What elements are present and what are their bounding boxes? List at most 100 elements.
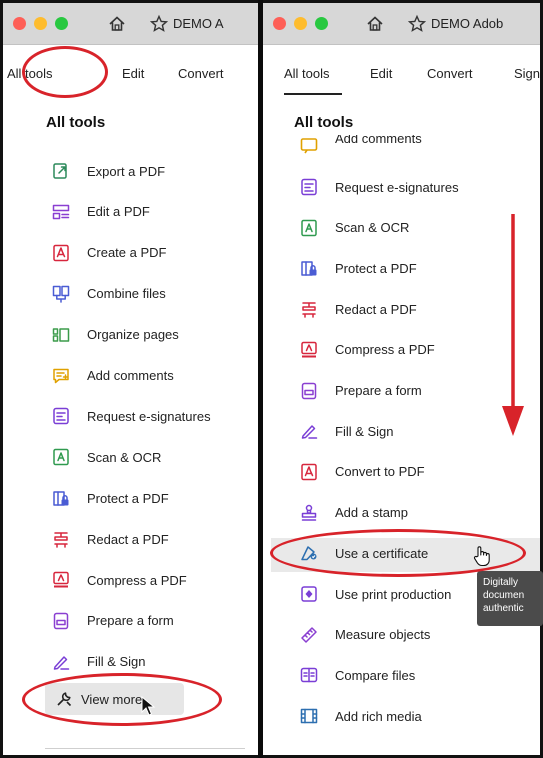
menu-edit[interactable]: Edit xyxy=(370,66,392,81)
compress-pdf-icon xyxy=(53,571,69,588)
tool-item-fill-sign[interactable]: Fill & Sign xyxy=(300,416,394,446)
compare-files-icon xyxy=(300,668,318,683)
tool-label: Organize pages xyxy=(87,327,179,343)
star-icon[interactable] xyxy=(149,14,169,34)
compress-pdf-icon xyxy=(301,341,317,358)
close-window-button[interactable] xyxy=(13,17,26,30)
tool-item-prepare-a-form[interactable]: Prepare a form xyxy=(52,606,174,636)
title-bar: DEMO Adob xyxy=(263,3,540,45)
close-window-button[interactable] xyxy=(273,17,286,30)
scan-ocr-icon xyxy=(301,219,317,236)
tool-item-add-a-stamp[interactable]: Add a stamp xyxy=(300,498,408,528)
view-more-button[interactable]: View more xyxy=(45,683,184,715)
tool-item-protect-a-pdf[interactable]: Protect a PDF xyxy=(300,253,417,283)
tool-label: Edit a PDF xyxy=(87,204,150,220)
tool-label: Request e-signatures xyxy=(87,408,211,424)
menu-edit[interactable]: Edit xyxy=(122,66,144,81)
menu-sign[interactable]: Sign xyxy=(514,66,540,81)
tool-label: Add a stamp xyxy=(335,505,408,521)
request-esign-icon xyxy=(301,178,317,196)
menu-all-tools[interactable]: All tools xyxy=(7,66,53,81)
tool-label: Compress a PDF xyxy=(87,572,187,588)
tool-label: Redact a PDF xyxy=(87,531,169,547)
tool-item-prepare-a-form[interactable]: Prepare a form xyxy=(300,376,422,406)
tool-item-organize-pages[interactable]: Organize pages xyxy=(52,320,179,350)
tool-label: Prepare a form xyxy=(87,613,174,629)
home-icon[interactable] xyxy=(107,14,127,34)
certificate-icon xyxy=(301,546,317,561)
tool-item-redact-a-pdf[interactable]: Redact a PDF xyxy=(300,294,417,324)
prepare-form-icon xyxy=(301,382,317,399)
tool-label: Use a certificate xyxy=(335,545,429,561)
tool-item-request-e-signatures[interactable]: Request e-signatures xyxy=(300,172,459,202)
protect-pdf-icon xyxy=(53,491,69,506)
tool-label: Protect a PDF xyxy=(335,260,417,276)
tool-label: Scan & OCR xyxy=(335,220,410,236)
add-comments-icon xyxy=(53,368,69,383)
top-menu-bar: All tools Edit Convert xyxy=(3,45,258,101)
scan-ocr-icon xyxy=(53,449,69,466)
maximize-window-button[interactable] xyxy=(315,17,328,30)
convert-to-pdf-icon xyxy=(301,463,317,481)
view-more-label: View more xyxy=(81,691,143,707)
tool-label: Redact a PDF xyxy=(335,301,417,317)
export-pdf-icon xyxy=(53,163,67,179)
minimize-window-button[interactable] xyxy=(34,17,47,30)
tool-item-combine-files[interactable]: Combine files xyxy=(52,279,166,309)
tool-item-redact-a-pdf[interactable]: Redact a PDF xyxy=(52,524,169,554)
document-tab-title[interactable]: DEMO Adob xyxy=(431,16,503,31)
menu-convert[interactable]: Convert xyxy=(178,66,224,81)
tool-item-compress-a-pdf[interactable]: Compress a PDF xyxy=(300,335,435,365)
tool-item-measure-objects[interactable]: Measure objects xyxy=(300,620,430,650)
active-tab-underline xyxy=(284,93,342,95)
tool-label: Combine files xyxy=(87,286,166,302)
tool-item-convert-to-pdf[interactable]: Convert to PDF xyxy=(300,457,425,487)
tool-item-scan-ocr[interactable]: Scan & OCR xyxy=(300,213,409,243)
document-tab-title[interactable]: DEMO A xyxy=(173,16,224,31)
tool-item-scan-ocr[interactable]: Scan & OCR xyxy=(52,442,161,472)
minimize-window-button[interactable] xyxy=(294,17,307,30)
tool-label: Scan & OCR xyxy=(87,449,162,465)
tool-label: Prepare a form xyxy=(335,383,422,398)
tool-item-compress-a-pdf[interactable]: Compress a PDF xyxy=(52,565,187,595)
tool-item-add-comments[interactable]: Add comments xyxy=(52,361,174,391)
tool-label: Add comments xyxy=(335,135,422,146)
tool-item-protect-a-pdf[interactable]: Protect a PDF xyxy=(52,483,169,513)
fill-sign-icon xyxy=(53,656,70,670)
tool-label: Use print production xyxy=(335,586,452,602)
star-icon[interactable] xyxy=(407,14,427,34)
organize-pages-icon xyxy=(52,327,70,342)
tool-item-use-print-production[interactable]: Use print production xyxy=(300,579,451,609)
tool-label: Add comments xyxy=(87,368,174,383)
menu-all-tools[interactable]: All tools xyxy=(284,66,330,81)
left-panel: DEMO A All tools Edit Convert All tools … xyxy=(0,0,258,758)
fill-sign-icon xyxy=(301,425,318,439)
tool-label: Request e-signatures xyxy=(335,179,459,195)
prepare-form-icon xyxy=(53,612,69,630)
create-pdf-icon xyxy=(53,244,69,262)
top-menu-bar: All tools Edit Convert Sign xyxy=(263,45,540,101)
tool-item-use-a-certificate[interactable]: Use a certificate xyxy=(300,538,428,568)
menu-convert[interactable]: Convert xyxy=(427,66,473,81)
tool-item-compare-files[interactable]: Compare files xyxy=(300,660,415,690)
all-tools-heading: All tools xyxy=(46,114,106,131)
tool-item-partial[interactable]: Add comments xyxy=(300,135,422,155)
tool-item-export-a-pdf[interactable]: Export a PDF xyxy=(52,156,165,186)
maximize-window-button[interactable] xyxy=(55,17,68,30)
tool-item-fill-sign[interactable]: Fill & Sign xyxy=(52,647,146,677)
redact-pdf-icon xyxy=(54,532,68,548)
tooltip-line: documen xyxy=(483,590,525,601)
wrench-icon xyxy=(57,692,72,707)
protect-pdf-icon xyxy=(301,261,317,277)
tool-item-add-rich-media[interactable]: Add rich media xyxy=(300,701,422,731)
tool-item-request-e-signatures[interactable]: Request e-signatures xyxy=(52,401,211,431)
edit-pdf-icon xyxy=(52,204,70,220)
tool-label: Compress a PDF xyxy=(335,342,435,358)
tool-item-edit-a-pdf[interactable]: Edit a PDF xyxy=(52,197,150,227)
tool-label: Convert to PDF xyxy=(335,464,425,480)
tool-item-create-a-pdf[interactable]: Create a PDF xyxy=(52,238,166,268)
home-icon[interactable] xyxy=(365,14,385,34)
measure-icon xyxy=(301,626,317,643)
tool-label: Fill & Sign xyxy=(87,654,146,670)
print-production-icon xyxy=(301,586,317,602)
